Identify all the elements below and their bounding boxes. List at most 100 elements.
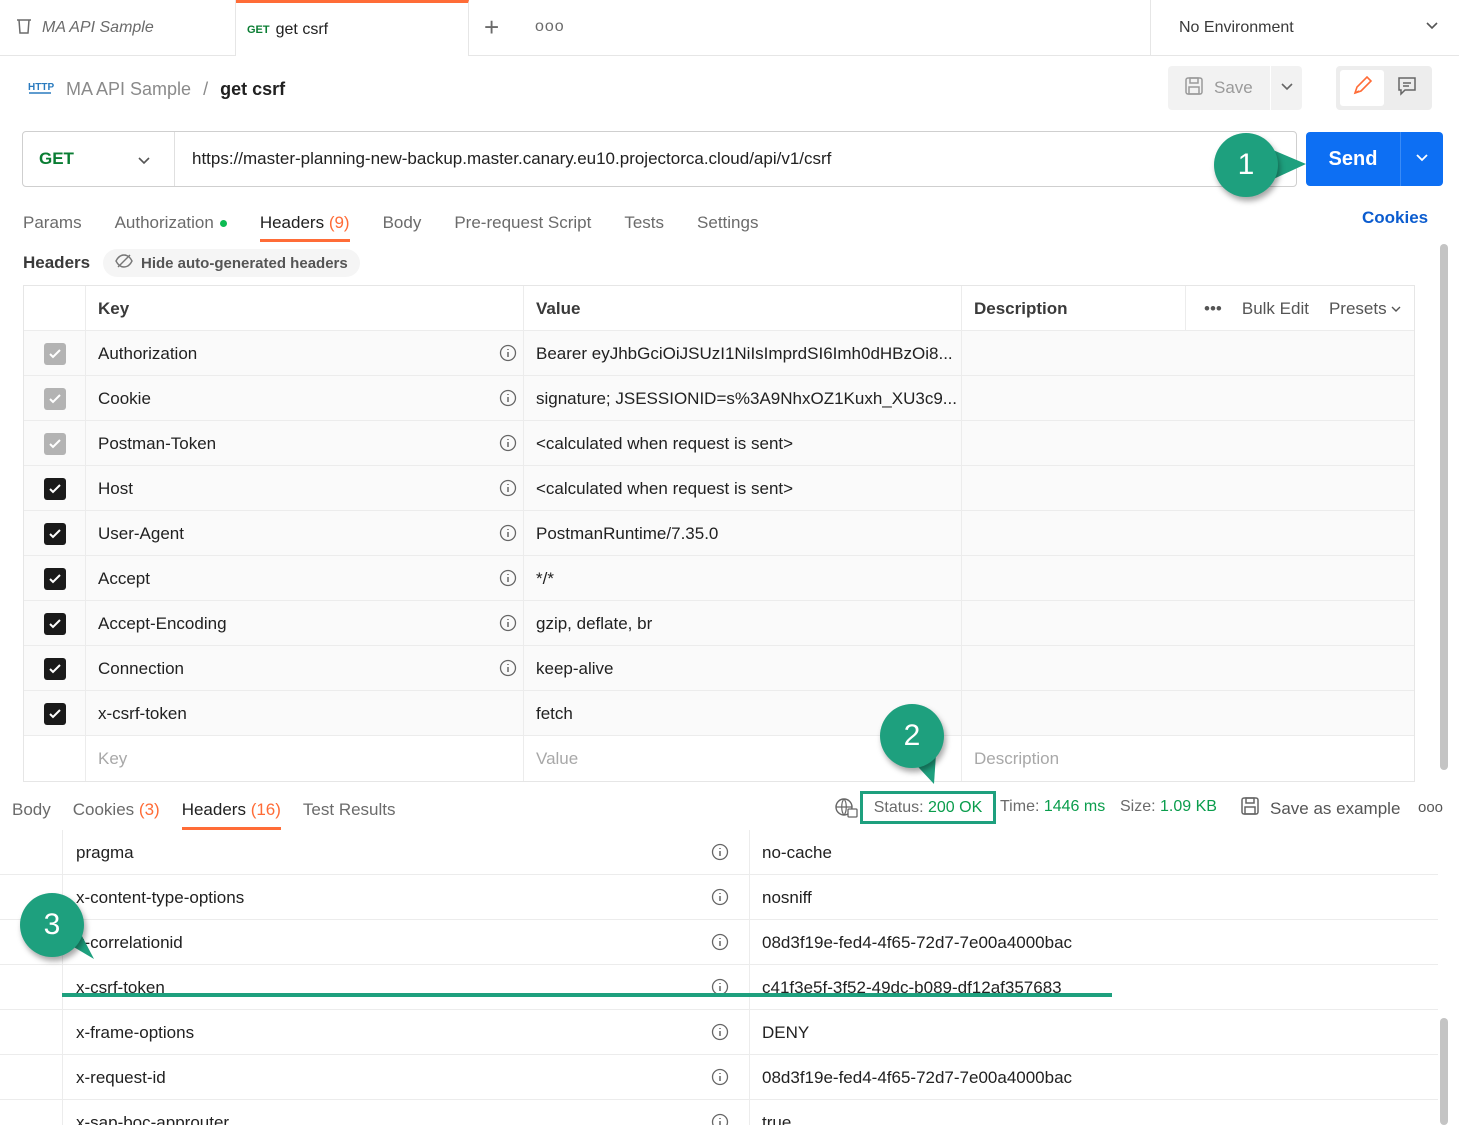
info-icon[interactable] [711, 843, 729, 866]
tab-body[interactable]: Body [383, 206, 422, 240]
header-value[interactable]: */* [524, 556, 962, 601]
info-icon[interactable] [711, 1068, 729, 1091]
globe-icon[interactable] [834, 797, 858, 824]
tab-headers-count: (9) [328, 213, 350, 232]
tab-collection[interactable]: MA API Sample [0, 0, 236, 56]
row-checkbox[interactable] [43, 387, 66, 410]
resp-header-key-text: x-sap-boc-approuter [76, 1112, 230, 1125]
resp-header-key: pragma [62, 830, 750, 875]
row-checkbox[interactable] [43, 477, 66, 500]
resp-header-value[interactable]: no-cache [750, 830, 1438, 875]
url-input[interactable] [192, 132, 1242, 186]
info-icon[interactable] [711, 933, 729, 956]
row-checkbox[interactable] [43, 612, 66, 635]
tab-tests[interactable]: Tests [624, 206, 664, 240]
tab-params[interactable]: Params [23, 206, 82, 240]
info-icon[interactable] [499, 659, 517, 682]
info-icon[interactable] [499, 434, 517, 457]
hide-auto-headers-button[interactable]: Hide auto-generated headers [103, 249, 360, 277]
info-icon[interactable] [711, 978, 729, 1001]
table-row: Accept-Encoding gzip, deflate, br [24, 601, 1414, 646]
save-button[interactable]: Save [1168, 66, 1270, 110]
size-label: Size: [1120, 798, 1156, 815]
resp-tab-body[interactable]: Body [12, 794, 51, 826]
tab-get-csrf[interactable]: GET get csrf [236, 0, 469, 56]
tab-authorization[interactable]: Authorization [115, 206, 227, 240]
row-checkbox[interactable] [43, 522, 66, 545]
new-key-input[interactable]: Key [86, 736, 524, 781]
header-description[interactable] [962, 691, 1414, 736]
header-value[interactable]: <calculated when request is sent> [524, 421, 962, 466]
request-scrollbar[interactable] [1440, 244, 1448, 770]
row-checkbox[interactable] [43, 702, 66, 725]
method-select[interactable]: GET [23, 132, 175, 186]
header-description[interactable] [962, 601, 1414, 646]
info-icon[interactable] [499, 344, 517, 367]
header-description[interactable] [962, 466, 1414, 511]
info-icon[interactable] [499, 569, 517, 592]
resp-tab-headers[interactable]: Headers (16) [181, 794, 282, 830]
resp-header-value[interactable]: DENY [750, 1010, 1438, 1055]
table-row: Connection keep-alive [24, 646, 1414, 691]
header-description[interactable] [962, 376, 1414, 421]
breadcrumb-collection[interactable]: MA API Sample [66, 79, 191, 100]
eye-off-icon [115, 253, 133, 273]
comment-mode-button[interactable] [1386, 70, 1428, 106]
environment-selector[interactable]: No Environment [1150, 0, 1459, 56]
header-value[interactable]: keep-alive [524, 646, 962, 691]
header-value[interactable]: signature; JSESSIONID=s%3A9NhxOZ1Kuxh_XU… [524, 376, 962, 421]
save-dropdown-button[interactable] [1271, 66, 1302, 110]
resp-header-value[interactable]: 08d3f19e-fed4-4f65-72d7-7e00a4000bac [750, 1055, 1438, 1100]
row-checkbox[interactable] [43, 567, 66, 590]
info-icon[interactable] [711, 1023, 729, 1046]
header-key: x-csrf-token [98, 703, 187, 723]
header-description[interactable] [962, 556, 1414, 601]
header-value[interactable]: Bearer eyJhbGciOiJSUzI1NiIsImprdSI6Imh0d… [524, 331, 962, 376]
tab-settings[interactable]: Settings [697, 206, 758, 240]
edit-mode-button[interactable] [1340, 70, 1384, 106]
header-description[interactable] [962, 331, 1414, 376]
info-icon[interactable] [499, 479, 517, 502]
header-value[interactable]: gzip, deflate, br [524, 601, 962, 646]
presets-dropdown[interactable]: Presets [1329, 299, 1401, 319]
status-badge[interactable]: Status: 200 OK [860, 791, 996, 824]
more-options-button[interactable]: ••• [1204, 299, 1222, 319]
bulk-edit-button[interactable]: Bulk Edit [1242, 299, 1309, 319]
new-description-input[interactable]: Description [962, 736, 1414, 781]
response-time[interactable]: Time: 1446 ms [1000, 798, 1105, 816]
resp-header-value[interactable]: c41f3e5f-3f52-49dc-b089-df12af357683 [750, 965, 1438, 1010]
header-description[interactable] [962, 646, 1414, 691]
tab-more-button[interactable]: ooo [535, 18, 565, 36]
new-tab-button[interactable]: + [484, 14, 499, 40]
info-icon[interactable] [499, 614, 517, 637]
info-icon[interactable] [711, 888, 729, 911]
response-more-button[interactable]: ooo [1418, 799, 1443, 816]
save-label: Save [1214, 78, 1253, 97]
send-button[interactable]: Send [1306, 132, 1400, 186]
info-icon[interactable] [499, 389, 517, 412]
table-row: User-Agent PostmanRuntime/7.35.0 [24, 511, 1414, 556]
info-icon[interactable] [711, 1113, 729, 1125]
resp-tab-cookies[interactable]: Cookies (3) [73, 794, 160, 826]
tab-headers[interactable]: Headers (9) [259, 206, 350, 242]
response-scrollbar[interactable] [1440, 1018, 1448, 1125]
tab-pre-request-script[interactable]: Pre-request Script [454, 206, 591, 240]
table-row: x-request-id 08d3f19e-fed4-4f65-72d7-7e0… [0, 1055, 1438, 1100]
info-icon[interactable] [499, 524, 517, 547]
response-size[interactable]: Size: 1.09 KB [1120, 798, 1217, 816]
resp-header-value[interactable]: nosniff [750, 875, 1438, 920]
header-description[interactable] [962, 511, 1414, 556]
resp-header-value[interactable]: true [750, 1100, 1438, 1125]
row-checkbox[interactable] [43, 342, 66, 365]
row-checkbox[interactable] [43, 657, 66, 680]
resp-header-value[interactable]: 08d3f19e-fed4-4f65-72d7-7e00a4000bac [750, 920, 1438, 965]
header-value[interactable]: PostmanRuntime/7.35.0 [524, 511, 962, 556]
breadcrumb-request[interactable]: get csrf [220, 79, 285, 100]
cookies-link[interactable]: Cookies [1362, 208, 1428, 228]
send-dropdown-button[interactable] [1400, 132, 1443, 186]
row-checkbox[interactable] [43, 432, 66, 455]
header-description[interactable] [962, 421, 1414, 466]
header-value[interactable]: <calculated when request is sent> [524, 466, 962, 511]
resp-tab-test-results[interactable]: Test Results [303, 794, 396, 826]
save-as-example-button[interactable]: Save as example [1240, 796, 1400, 821]
